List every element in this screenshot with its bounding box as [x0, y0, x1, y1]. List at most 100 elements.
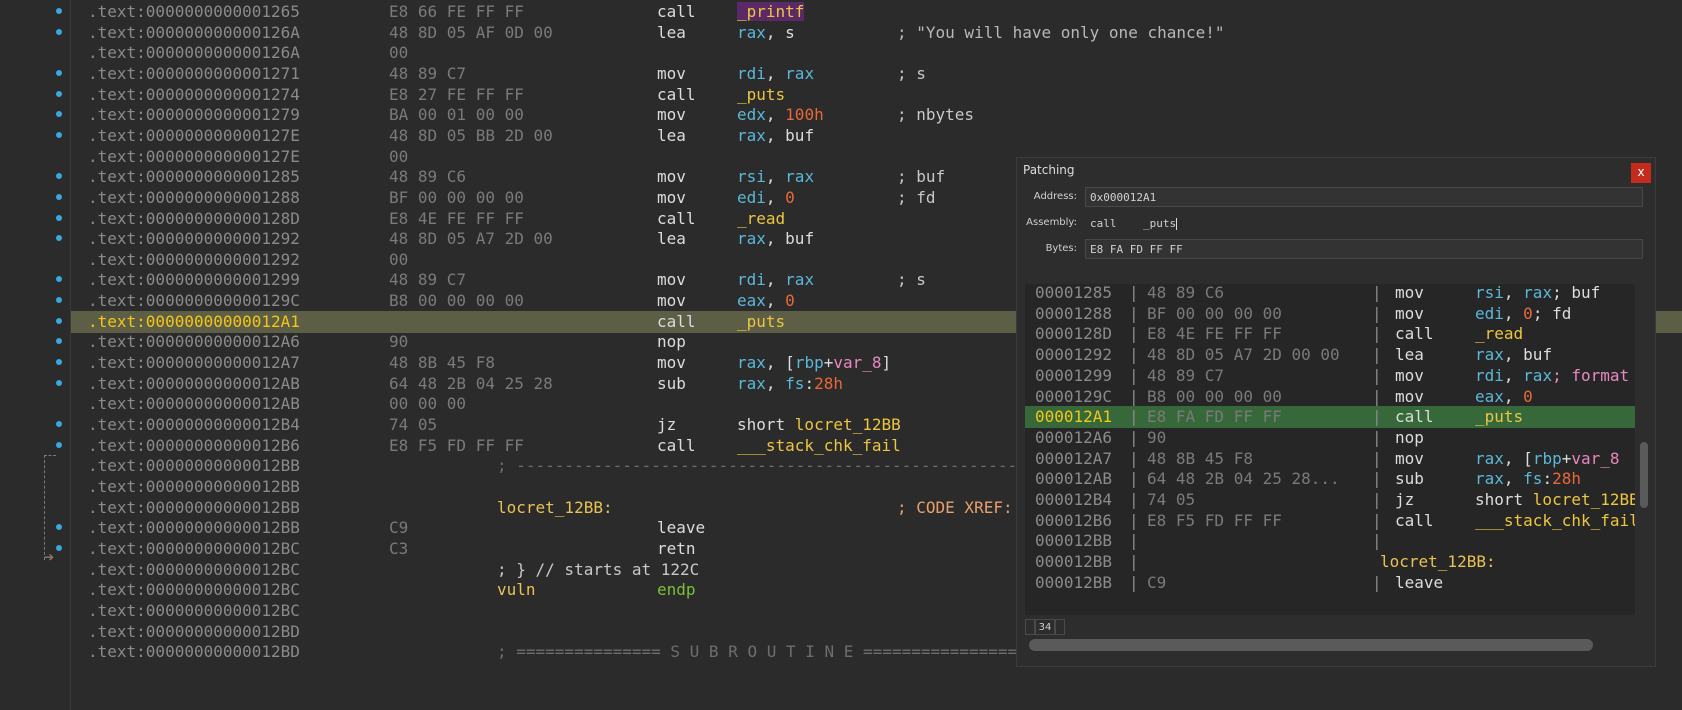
preview-row[interactable]: 000012AB | 64 48 2B 04 25 28... | sub rax, fs… — [1025, 468, 1635, 490]
mnemonic: lea — [657, 229, 686, 249]
operands[interactable]: rax, buf — [737, 125, 814, 147]
scroll-thumb[interactable] — [1640, 442, 1648, 508]
breakpoint-dot[interactable] — [56, 131, 62, 138]
breakpoint-dot[interactable] — [56, 317, 62, 324]
line-address: .text:00000000000012BC — [88, 600, 300, 620]
breakpoint-dot[interactable] — [56, 69, 62, 76]
breakpoint-dot[interactable] — [56, 193, 62, 200]
opcode-bytes: 90 — [389, 332, 409, 352]
opcode-bytes: 48 89 C7 — [389, 63, 467, 83]
operands[interactable]: _puts — [737, 84, 785, 106]
preview-row[interactable]: 000012A7 | 48 8B 45 F8 | mov rax, [rbp+var_8 — [1025, 448, 1635, 470]
breakpoint-dot[interactable] — [56, 421, 62, 427]
line-address: .text:000000000000127E — [88, 125, 300, 145]
scroll-thumb[interactable] — [1029, 639, 1593, 651]
preview-row[interactable]: 00001288 | BF 00 00 00 00 | mov edi, 0; fd — [1025, 303, 1635, 325]
mnemonic: mov — [657, 105, 686, 125]
operands[interactable]: _printf — [737, 1, 805, 23]
operands[interactable]: short locret_12BB — [737, 414, 901, 436]
column-divider: | — [1372, 490, 1382, 509]
breakpoint-dot[interactable] — [56, 297, 62, 304]
breakpoint-dot[interactable] — [56, 524, 62, 531]
line-comment: ; s — [897, 63, 926, 83]
mnemonic: mov — [657, 63, 686, 83]
breakpoint-dot[interactable] — [56, 379, 62, 386]
vertical-scrollbar[interactable] — [1639, 284, 1649, 615]
bytes-field[interactable]: E8 FA FD FF FF — [1085, 239, 1643, 259]
listing-row[interactable]: .text:000000000000126A 00 — [71, 42, 1682, 64]
address-field[interactable]: 0x000012A1 — [1085, 187, 1643, 207]
operand-token: short — [737, 415, 795, 434]
preview-row[interactable]: 000012BB | locret_12BB: — [1025, 551, 1635, 573]
breakpoint-gutter[interactable]: ➔ — [0, 0, 71, 710]
operands[interactable]: rax, s — [737, 22, 795, 44]
breakpoint-dot[interactable] — [56, 544, 62, 551]
breakpoint-dot[interactable] — [56, 359, 62, 366]
preview-row[interactable]: 000012BB | C9 | leave — [1025, 572, 1635, 594]
preview-row[interactable]: 000012A6 | 90 | nop — [1025, 427, 1635, 449]
operands[interactable]: rsi, rax — [737, 166, 814, 188]
code-label[interactable]: locret_12BB: — [497, 497, 613, 519]
mnemonic: sub — [657, 373, 686, 393]
operands[interactable]: rax, fs:28h — [737, 373, 843, 395]
breakpoint-dot[interactable] — [56, 8, 62, 14]
preview-address: 00001299 — [1035, 365, 1113, 385]
operand-token: _puts — [737, 311, 786, 331]
operand-token: eax — [1475, 386, 1504, 406]
column-divider: | — [1129, 531, 1139, 551]
preview-row[interactable]: 00001292 | 48 8D 05 A7 2D 00 00 | lea rax, bu… — [1025, 344, 1635, 366]
preview-current-row[interactable]: 000012A1 | E8 FA FD FF FF | call _puts — [1025, 406, 1635, 429]
listing-row[interactable]: .text:0000000000001265 E8 66 FE FF FF call… — [71, 1, 1682, 23]
line-address: .text:00000000000012B4 — [88, 415, 300, 434]
operands[interactable]: ___stack_chk_fail — [737, 435, 901, 457]
assembly-field[interactable]: call _puts — [1085, 213, 1643, 233]
operands[interactable]: rax, buf — [737, 228, 814, 250]
listing-row[interactable]: .text:0000000000001274 E8 27 FE FF FF call… — [71, 84, 1682, 106]
breakpoint-dot[interactable] — [56, 214, 62, 221]
operands[interactable]: edx, 100h — [737, 104, 824, 126]
opcode-bytes: 00 — [389, 43, 409, 63]
operands[interactable]: edi, 0 — [737, 187, 795, 209]
breakpoint-dot[interactable] — [56, 276, 62, 283]
operands[interactable]: eax, 0 — [737, 290, 795, 312]
preview-row[interactable]: 0000129C | B8 00 00 00 00 | mov eax, 0 — [1025, 386, 1635, 408]
listing-row[interactable]: .text:000000000000126A 48 8D 05 AF 0D 00 l… — [71, 22, 1682, 44]
preview-row[interactable]: 000012B6 | E8 F5 FD FF FF | call ___stack_chk… — [1025, 510, 1635, 532]
address-label: Address: — [1033, 191, 1077, 202]
close-button[interactable]: x — [1631, 163, 1651, 183]
preview-row[interactable]: 0000128D | E8 4E FE FF FF | call _read — [1025, 323, 1635, 345]
breakpoint-dot[interactable] — [56, 441, 62, 448]
breakpoint-dot[interactable] — [56, 90, 62, 97]
operand-token: rdi — [737, 270, 766, 290]
breakpoint-dot[interactable] — [56, 111, 62, 118]
breakpoint-dot[interactable] — [56, 235, 62, 242]
operands[interactable]: _puts — [737, 311, 785, 333]
operand-token: var_8 — [1571, 448, 1620, 468]
code-label[interactable]: vuln — [497, 579, 536, 601]
preview-row[interactable]: 000012BB | | — [1025, 530, 1635, 552]
listing-row[interactable]: .text:0000000000001271 48 89 C7 mov rdi, ra… — [71, 63, 1682, 85]
operands[interactable]: rdi, rax — [737, 63, 814, 85]
horizontal-scrollbar[interactable] — [1029, 639, 1643, 651]
column-divider: | — [1372, 365, 1382, 385]
column-divider: | — [1129, 365, 1139, 385]
preview-bytes: 48 8D 05 A7 2D 00 00 — [1147, 345, 1340, 365]
breakpoint-dot[interactable] — [56, 28, 62, 35]
preview-row[interactable]: 00001285 | 48 89 C6 | mov rsi, rax; buf — [1025, 284, 1635, 304]
breakpoint-dot[interactable] — [56, 338, 62, 345]
line-address: .text:00000000000012BC — [88, 559, 300, 579]
listing-row[interactable]: .text:000000000000127E 48 8D 05 BB 2D 00 l… — [71, 125, 1682, 147]
listing-row[interactable]: .text:0000000000001279 BA 00 01 00 00 mov e… — [71, 104, 1682, 126]
preview-row[interactable]: 00001299 | 48 89 C7 | mov rdi, rax; format — [1025, 365, 1635, 387]
preview-bytes: 74 05 — [1147, 490, 1196, 509]
mnemonic: call — [657, 311, 696, 331]
preview-label: locret_12BB: — [1380, 552, 1496, 572]
preview-address: 000012B6 — [1035, 510, 1113, 530]
operands[interactable]: rdi, rax — [737, 269, 814, 291]
breakpoint-dot[interactable] — [56, 173, 62, 180]
operands[interactable]: _read — [737, 208, 785, 230]
preview-operands: rdi, rax; format — [1475, 365, 1629, 387]
preview-row[interactable]: 000012B4 | 74 05 | jz short locret_12BB — [1025, 489, 1635, 511]
operands[interactable]: rax, [rbp+var_8] — [737, 352, 891, 374]
patch-preview-list[interactable]: 00001285 | 48 89 C6 | mov rsi, rax; buf 000012… — [1025, 284, 1635, 615]
